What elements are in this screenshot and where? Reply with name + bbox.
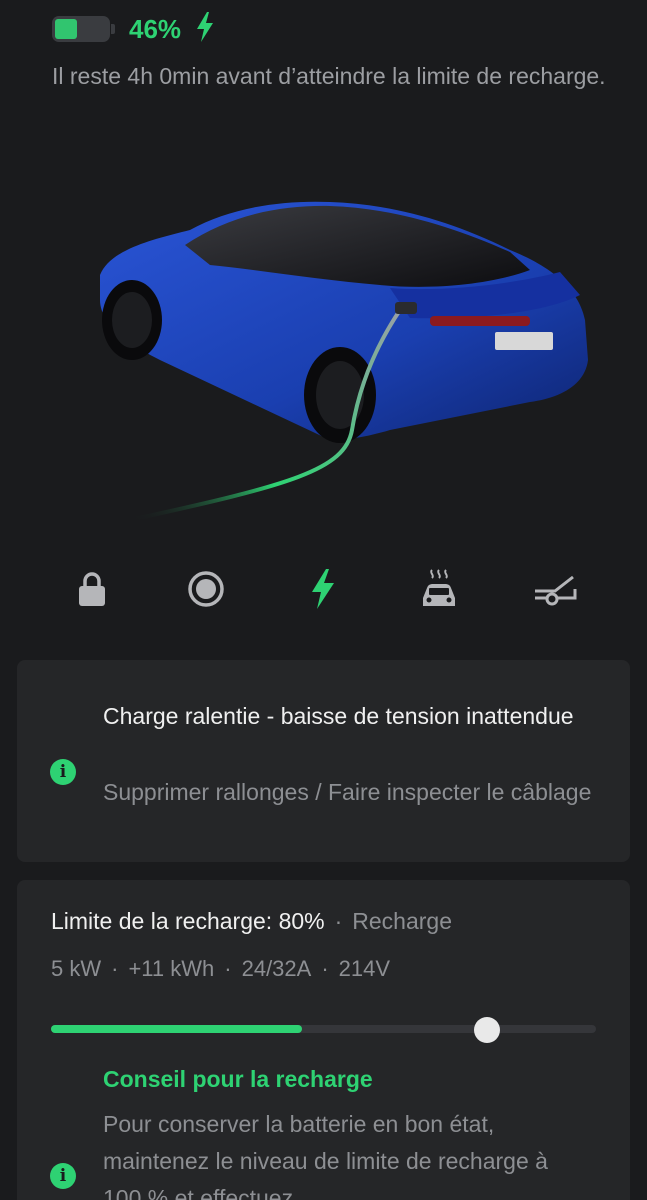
lightning-bolt-icon — [195, 11, 215, 47]
slider-thumb[interactable] — [474, 1017, 500, 1043]
sentry-mode-icon[interactable] — [178, 562, 234, 616]
climate-car-icon[interactable] — [411, 562, 467, 616]
charge-state: Recharge — [352, 908, 453, 934]
charge-current: 24/32A — [241, 956, 312, 981]
battery-percent: 46% — [129, 13, 182, 44]
separator: · — [111, 956, 119, 981]
quick-actions-row — [0, 562, 647, 616]
alert-title: Charge ralentie - baisse de tension inat… — [103, 703, 574, 729]
charge-limit-slider[interactable] — [51, 1017, 596, 1043]
separator: · — [321, 956, 329, 981]
separator: · — [224, 956, 232, 981]
charging-alert-card[interactable]: i Charge ralentie - baisse de tension in… — [17, 660, 630, 862]
alert-subtitle: Supprimer rallonges / Faire inspecter le… — [103, 779, 592, 805]
remaining-time-text: Il reste 4h 0min avant d’atteindre la li… — [52, 63, 606, 89]
charge-limit-line: Limite de la recharge: 80% · Recharge — [51, 908, 452, 935]
charge-limit-card: Limite de la recharge: 80% · Recharge 5 kW… — [17, 880, 630, 1200]
charging-tip-text: Pour conserver la batterie en bon état, … — [103, 1111, 548, 1200]
charge-power: 5 kW — [51, 956, 102, 981]
charging-tip-title: Conseil pour la recharge — [103, 1066, 373, 1092]
info-icon: i — [50, 1163, 76, 1189]
charging-bolt-icon[interactable] — [295, 562, 351, 616]
car-charging-illustration — [90, 190, 600, 530]
slider-current-charge-fill — [51, 1025, 302, 1033]
battery-fill — [55, 19, 77, 39]
charge-energy-added: +11 kWh — [128, 956, 215, 981]
lock-icon[interactable] — [64, 562, 120, 616]
charge-stats: 5 kW · +11 kWh · 24/32A · 214V — [51, 956, 390, 982]
charge-voltage: 214V — [338, 956, 391, 981]
trunk-open-icon[interactable] — [527, 562, 583, 616]
charge-limit-label: Limite de la recharge: 80% — [51, 908, 325, 934]
status-row: 46% — [52, 11, 215, 47]
battery-icon — [52, 16, 110, 42]
info-icon: i — [50, 759, 76, 785]
battery-nub — [111, 24, 115, 34]
separator: · — [334, 908, 343, 934]
